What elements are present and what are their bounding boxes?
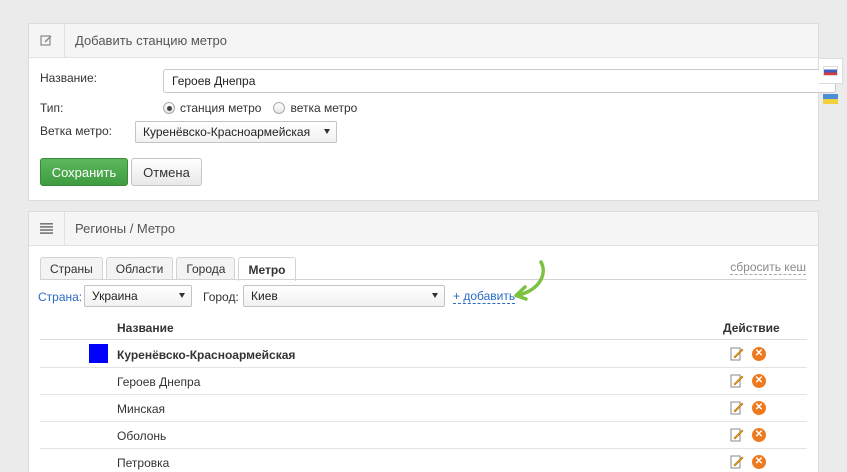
delete-icon[interactable]: ✕ [752, 374, 766, 388]
cancel-button[interactable]: Отмена [131, 158, 202, 186]
regions-tabs: Страны Области Города Метро [40, 257, 296, 281]
country-filter-label: Страна: [38, 290, 83, 304]
edit-icon[interactable] [730, 400, 744, 416]
chevron-down-icon [179, 293, 185, 298]
tab-countries[interactable]: Страны [40, 257, 103, 280]
edit-icon[interactable] [730, 346, 744, 362]
table-row: Куренёвско-Красноармейская ✕ [40, 341, 807, 368]
city-select[interactable]: Киев [243, 285, 445, 307]
save-button[interactable]: Сохранить [40, 158, 128, 186]
delete-icon[interactable]: ✕ [752, 428, 766, 442]
tab-regions[interactable]: Области [105, 257, 174, 280]
table-row: Минская ✕ [40, 395, 807, 422]
station-name: Куренёвско-Красноармейская [117, 348, 296, 362]
delete-icon[interactable]: ✕ [752, 401, 766, 415]
name-label: Название: [40, 71, 97, 85]
regions-panel: Регионы / Метро Страны Области Города Ме… [28, 211, 819, 472]
station-name: Петровка [117, 456, 170, 470]
branch-select[interactable]: Куренёвско-Красноармейская [135, 121, 337, 143]
tab-metro[interactable]: Метро [238, 257, 296, 281]
type-label: Тип: [40, 101, 64, 115]
table-header: Название Действие [40, 316, 807, 340]
tab-cities[interactable]: Города [176, 257, 236, 280]
reset-cache-link[interactable]: сбросить кеш [730, 261, 806, 275]
radio-unselected-icon [273, 102, 286, 114]
edit-icon[interactable] [730, 454, 744, 470]
table-row: Оболонь ✕ [40, 422, 807, 449]
type-radio-station-label: станция метро [180, 101, 262, 115]
city-filter-label: Город: [203, 290, 239, 304]
station-name: Героев Днепра [117, 375, 201, 389]
table-row: Героев Днепра ✕ [40, 368, 807, 395]
delete-icon[interactable]: ✕ [752, 455, 766, 469]
type-radio-station[interactable]: станция метро [163, 101, 261, 115]
radio-selected-icon [163, 102, 175, 114]
type-radio-group: станция метро ветка метро [163, 101, 369, 115]
station-name-input[interactable] [163, 69, 836, 93]
annotation-arrow-icon [514, 260, 545, 301]
branch-label: Ветка метро: [40, 124, 112, 138]
city-select-value: Киев [251, 289, 278, 303]
tabs-divider [40, 279, 807, 280]
station-name: Минская [117, 402, 166, 416]
regions-title: Регионы / Метро [75, 221, 176, 236]
country-select[interactable]: Украина [84, 285, 192, 307]
table-row: Петровка ✕ [40, 449, 807, 472]
chevron-down-icon [432, 293, 438, 298]
regions-header: Регионы / Метро [29, 211, 818, 246]
list-icon [29, 211, 65, 246]
language-switcher [819, 58, 843, 112]
add-station-panel: Добавить станцию метро Название: Тип: ст… [28, 23, 836, 201]
station-name: Оболонь [117, 429, 167, 443]
line-color-swatch [89, 344, 108, 363]
branch-select-value: Куренёвско-Красноармейская [143, 125, 311, 139]
edit-icon[interactable] [730, 427, 744, 443]
add-station-header: Добавить станцию метро [29, 23, 818, 58]
ua-flag-icon[interactable] [823, 94, 838, 104]
type-radio-branch[interactable]: ветка метро [273, 101, 357, 115]
ru-flag-icon[interactable] [823, 66, 838, 76]
type-radio-branch-label: ветка метро [290, 101, 358, 115]
chevron-down-icon [324, 129, 330, 134]
edit-icon [29, 23, 65, 58]
column-action-header: Действие [723, 321, 780, 335]
delete-icon[interactable]: ✕ [752, 347, 766, 361]
add-station-title: Добавить станцию метро [75, 33, 228, 48]
column-name-header: Название [117, 321, 174, 335]
country-select-value: Украина [92, 289, 138, 303]
edit-icon[interactable] [730, 373, 744, 389]
